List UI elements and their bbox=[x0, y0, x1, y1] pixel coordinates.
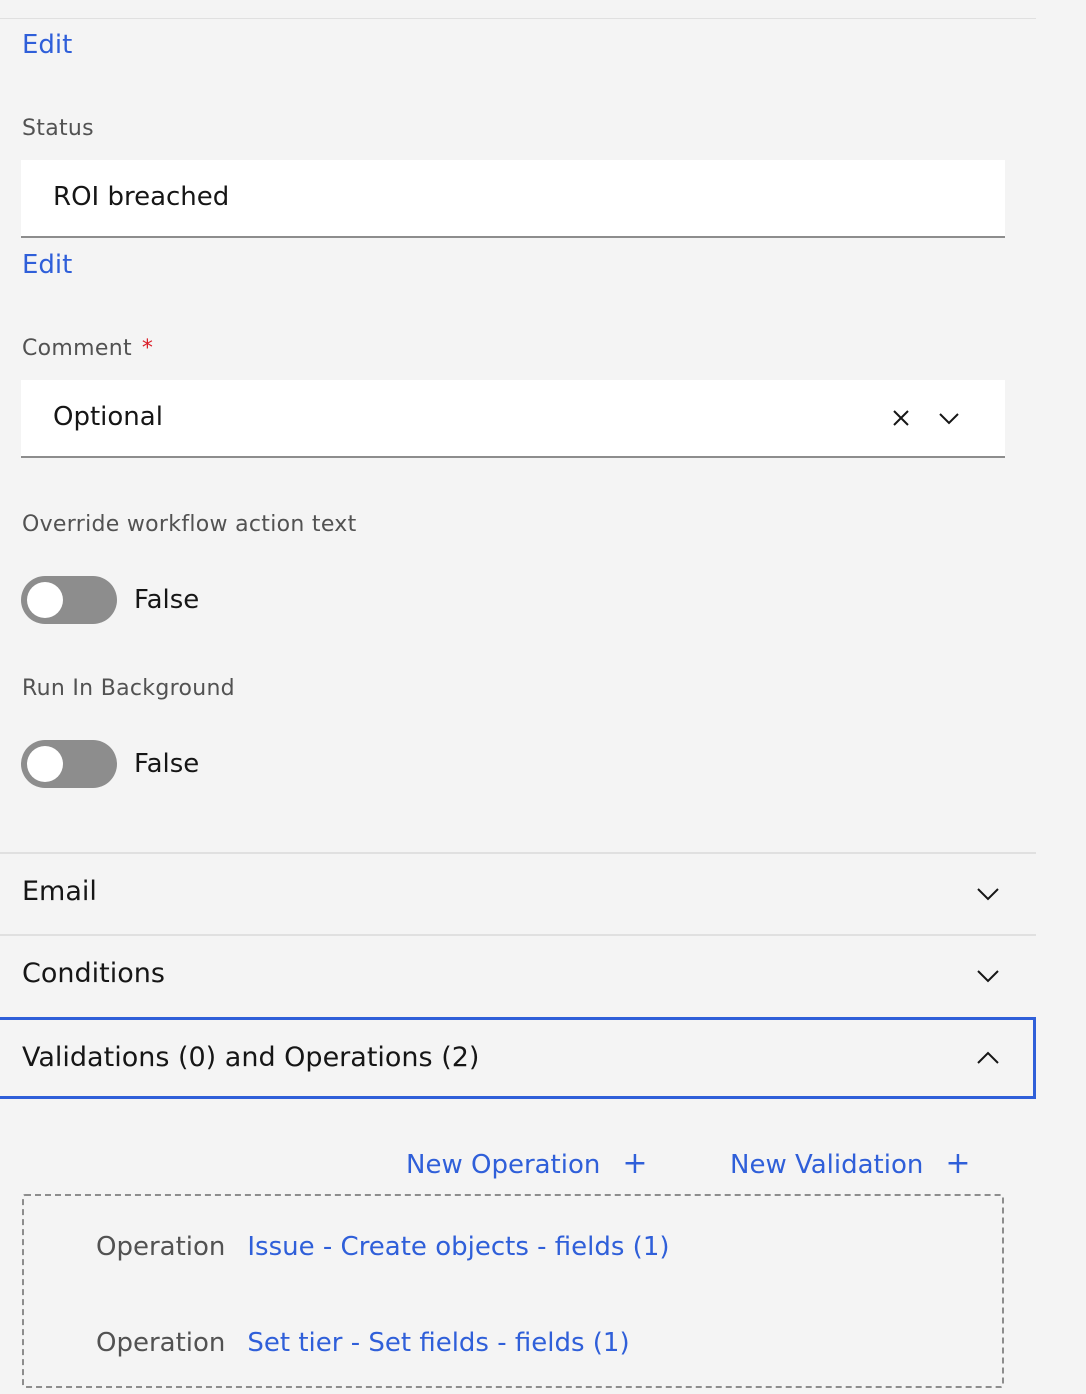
accordion-conditions[interactable]: Conditions bbox=[0, 936, 1036, 1016]
accordion-conditions-title: Conditions bbox=[22, 958, 165, 989]
background-toggle[interactable] bbox=[21, 740, 117, 788]
accordion-email[interactable]: Email bbox=[0, 854, 1036, 934]
comment-label-text: Comment bbox=[22, 336, 132, 361]
override-state: False bbox=[134, 585, 200, 615]
new-operation-button[interactable]: New Operation + bbox=[406, 1146, 648, 1181]
background-label: Run In Background bbox=[22, 676, 235, 701]
list-item: Operation Set tier - Set fields - fields … bbox=[96, 1328, 630, 1358]
chevron-down-icon[interactable] bbox=[933, 402, 965, 434]
new-operation-label: New Operation bbox=[406, 1150, 601, 1180]
new-validation-label: New Validation bbox=[730, 1150, 924, 1180]
comment-label: Comment * bbox=[22, 336, 153, 361]
required-marker: * bbox=[141, 336, 154, 361]
chevron-down-icon bbox=[972, 878, 1004, 910]
status-value: ROI breached bbox=[53, 182, 230, 212]
background-state: False bbox=[134, 749, 200, 779]
accordion-validations-operations[interactable]: Validations (0) and Operations (2) bbox=[0, 1017, 1036, 1099]
override-toggle[interactable] bbox=[21, 576, 117, 624]
comment-select[interactable]: Optional bbox=[21, 380, 1005, 458]
operations-list: Operation Issue - Create objects - fields… bbox=[22, 1194, 1004, 1388]
status-label: Status bbox=[22, 116, 94, 141]
top-divider bbox=[0, 18, 1036, 19]
operation-link[interactable]: Set tier - Set fields - fields (1) bbox=[247, 1328, 629, 1358]
status-field[interactable]: ROI breached bbox=[21, 160, 1005, 238]
chevron-down-icon bbox=[972, 960, 1004, 992]
toggle-knob bbox=[27, 582, 63, 618]
list-item: Operation Issue - Create objects - fields… bbox=[96, 1232, 670, 1262]
override-label: Override workflow action text bbox=[22, 512, 357, 537]
plus-icon: + bbox=[622, 1146, 648, 1181]
plus-icon: + bbox=[945, 1146, 971, 1181]
status-edit-link[interactable]: Edit bbox=[22, 250, 72, 280]
toggle-knob bbox=[27, 746, 63, 782]
edit-link-top[interactable]: Edit bbox=[22, 30, 72, 60]
new-validation-button[interactable]: New Validation + bbox=[730, 1146, 971, 1181]
accordion-email-title: Email bbox=[22, 876, 97, 907]
operation-type: Operation bbox=[96, 1328, 226, 1358]
comment-selected-value: Optional bbox=[53, 402, 163, 432]
operation-type: Operation bbox=[96, 1232, 226, 1262]
chevron-up-icon bbox=[972, 1042, 1004, 1074]
accordion-validations-title: Validations (0) and Operations (2) bbox=[22, 1042, 480, 1073]
close-icon[interactable] bbox=[885, 402, 917, 434]
operation-link[interactable]: Issue - Create objects - fields (1) bbox=[247, 1232, 669, 1262]
